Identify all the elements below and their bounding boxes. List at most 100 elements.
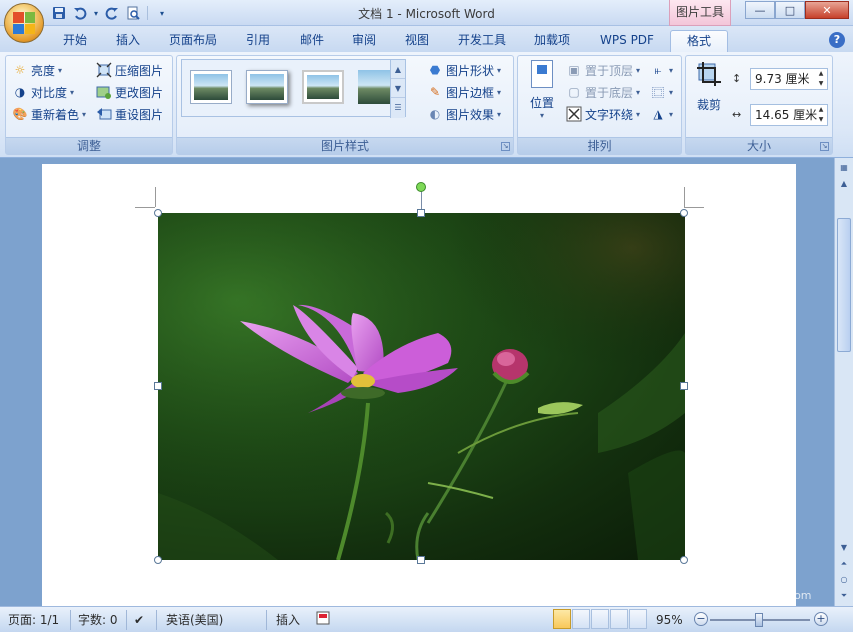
compress-pictures-button[interactable]: 压缩图片 (96, 60, 163, 80)
crop-label: 裁剪 (696, 98, 721, 112)
style-bevel-frame[interactable] (302, 70, 344, 104)
document-page[interactable] (42, 164, 796, 606)
gallery-scroll: ▲ ▼ ☰ (390, 60, 405, 118)
zoom-slider-thumb[interactable] (755, 613, 763, 627)
text-wrapping-button[interactable]: 文字环绕 ▾ (566, 104, 640, 124)
tab-format[interactable]: 格式 (670, 30, 728, 52)
height-input[interactable]: 9.73 厘米 ▲ ▼ (750, 68, 828, 90)
crop-icon (695, 60, 723, 88)
word-count[interactable]: 字数: 0 (78, 611, 118, 629)
recolor-button[interactable]: 🎨 重新着色 ▾ (12, 104, 87, 124)
style-soft-edge[interactable] (246, 70, 288, 104)
tab-page-layout[interactable]: 页面布局 (162, 30, 224, 52)
chevron-down-icon: ▾ (70, 87, 75, 97)
chevron-down-icon: ▾ (497, 65, 502, 75)
tab-home[interactable]: 开始 (56, 30, 94, 52)
ribbon: ☼ 亮度 ▾ ◑ 对比度 ▾ 🎨 重新着色 ▾ 压缩图片 更改图片 重设图片 调… (0, 52, 853, 158)
dialog-launcher-icon[interactable]: ↘ (501, 142, 510, 151)
flower-image (158, 213, 685, 560)
rotate-button[interactable]: ◮ ▾ (650, 104, 673, 124)
resize-handle-top-left[interactable] (154, 209, 162, 217)
resize-handle-top[interactable] (417, 209, 425, 217)
flower-picture[interactable] (158, 213, 685, 560)
brightness-label: 亮度 (31, 63, 56, 78)
office-button[interactable] (4, 3, 44, 43)
browse-object-icon[interactable]: ○ (836, 572, 852, 588)
text-wrapping-icon (566, 106, 582, 122)
resize-handle-left[interactable] (154, 382, 162, 390)
gallery-up-icon[interactable]: ▲ (391, 60, 405, 79)
group-button[interactable]: ⿴ ▾ (650, 82, 673, 102)
zoom-level[interactable]: 95% (656, 611, 683, 629)
vertical-scrollbar[interactable]: ▦ ▲ ▼ ⏶ ○ ⏷ (834, 158, 853, 606)
scroll-up-icon[interactable]: ▲ (836, 176, 852, 192)
resize-handle-bottom-left[interactable] (154, 556, 162, 564)
bring-to-front-button[interactable]: ▣ 置于顶层 ▾ (566, 60, 640, 80)
next-page-icon[interactable]: ⏷ (836, 588, 852, 604)
rotate-handle[interactable] (416, 182, 426, 192)
resize-handle-right[interactable] (680, 382, 688, 390)
tab-insert[interactable]: 插入 (108, 30, 148, 52)
resize-handle-bottom-right[interactable] (680, 556, 688, 564)
height-spinner[interactable]: ▲ ▼ (815, 69, 827, 89)
close-button[interactable]: ✕ (805, 1, 849, 19)
brightness-button[interactable]: ☼ 亮度 ▾ (12, 60, 62, 80)
width-spinner[interactable]: ▲ ▼ (815, 105, 827, 125)
rotate-icon: ◮ (653, 107, 663, 121)
width-input[interactable]: 14.65 厘米 ▲ ▼ (750, 104, 828, 126)
web-layout-view-icon[interactable] (591, 609, 609, 629)
send-to-back-icon: ▢ (568, 85, 580, 99)
tab-wps-pdf[interactable]: WPS PDF (592, 30, 662, 52)
arrange-group-label: 排列 (518, 137, 681, 154)
contrast-button[interactable]: ◑ 对比度 ▾ (12, 82, 74, 102)
bring-to-front-icon: ▣ (568, 63, 580, 77)
print-layout-view-icon[interactable] (553, 609, 571, 629)
width-icon: ↔ (732, 108, 742, 121)
insert-mode[interactable]: 插入 (276, 611, 300, 629)
picture-shape-button[interactable]: ⬣ 图片形状 ▾ (427, 60, 501, 80)
compress-label: 压缩图片 (115, 63, 164, 78)
scroll-thumb[interactable] (837, 218, 851, 352)
outline-view-icon[interactable] (610, 609, 628, 629)
tab-developer[interactable]: 开发工具 (450, 30, 514, 52)
help-icon[interactable]: ? (829, 32, 845, 48)
style-simple-frame[interactable] (190, 70, 232, 104)
scroll-down-icon[interactable]: ▼ (836, 540, 852, 556)
draft-view-icon[interactable] (629, 609, 647, 629)
dialog-launcher-icon[interactable]: ↘ (820, 142, 829, 151)
tab-references[interactable]: 引用 (236, 30, 280, 52)
bring-to-front-label: 置于顶层 (585, 63, 634, 78)
macro-record-icon[interactable] (316, 611, 330, 629)
gallery-down-icon[interactable]: ▼ (391, 79, 405, 98)
picture-border-button[interactable]: ✎ 图片边框 ▾ (427, 82, 501, 102)
picture-effects-button[interactable]: ◐ 图片效果 ▾ (427, 104, 501, 124)
status-bar: 页面: 1/1 字数: 0 ✔ 英语(美国) 插入 95% − + (0, 606, 853, 632)
minimize-button[interactable]: — (745, 1, 775, 19)
previous-page-icon[interactable]: ⏶ (836, 556, 852, 572)
align-icon: ⫦ (654, 62, 662, 77)
zoom-out-icon[interactable]: − (694, 612, 708, 626)
send-to-back-button[interactable]: ▢ 置于底层 ▾ (566, 82, 640, 102)
resize-handle-top-right[interactable] (680, 209, 688, 217)
tab-addins[interactable]: 加载项 (526, 30, 578, 52)
align-button[interactable]: ⫦ ▾ (650, 60, 673, 80)
gallery-more-icon[interactable]: ☰ (391, 98, 405, 117)
size-group-label: 大小 (686, 137, 832, 154)
page-count[interactable]: 页面: 1/1 (8, 611, 59, 629)
zoom-in-icon[interactable]: + (814, 612, 828, 626)
position-button[interactable]: 位置 ▾ (524, 60, 560, 130)
tab-view[interactable]: 视图 (396, 30, 438, 52)
reset-picture-button[interactable]: 重设图片 (96, 104, 163, 124)
language-indicator[interactable]: 英语(美国) (166, 611, 223, 629)
resize-handle-bottom[interactable] (417, 556, 425, 564)
change-picture-button[interactable]: 更改图片 (96, 82, 163, 102)
ruler-toggle-icon[interactable]: ▦ (836, 160, 852, 176)
spellcheck-icon[interactable]: ✔ (134, 611, 144, 629)
tab-review[interactable]: 审阅 (344, 30, 384, 52)
contrast-icon: ◑ (14, 85, 26, 99)
full-screen-reading-view-icon[interactable] (572, 609, 590, 629)
maximize-button[interactable]: □ (775, 1, 805, 19)
status-separator (70, 610, 71, 630)
tab-mailings[interactable]: 邮件 (290, 30, 334, 52)
crop-button[interactable]: 裁剪 (692, 60, 726, 130)
